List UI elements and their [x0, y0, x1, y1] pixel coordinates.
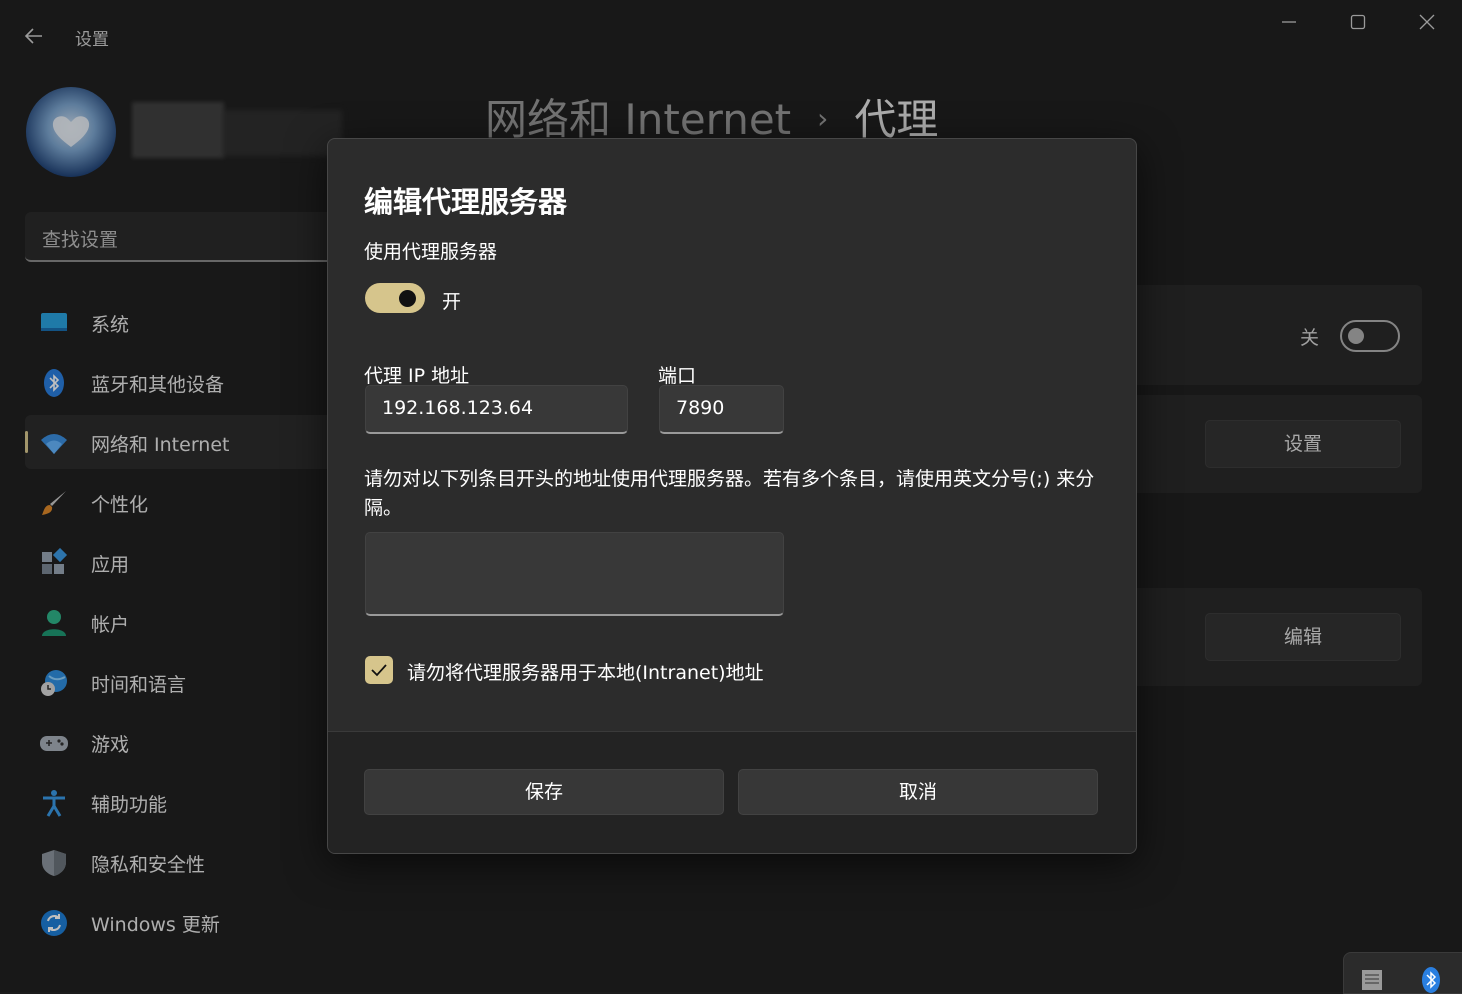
- local-bypass-checkbox[interactable]: [365, 656, 393, 684]
- use-proxy-state: 开: [442, 291, 462, 313]
- local-bypass-label: 请勿将代理服务器用于本地(Intranet)地址: [407, 662, 764, 684]
- ip-value: 192.168.123.64: [382, 397, 534, 419]
- edit-proxy-dialog: 编辑代理服务器 使用代理服务器 开 代理 IP 地址 端口 192.168.12…: [327, 138, 1137, 854]
- port-value: 7890: [676, 397, 725, 419]
- settings-window: 设置 查找设置 系统 蓝牙和其他设备 网络和 Internet 个性化 应用 帐…: [0, 0, 1462, 994]
- port-input[interactable]: 7890: [659, 385, 784, 434]
- dialog-footer: 保存 取消: [328, 731, 1136, 853]
- document-icon[interactable]: [1360, 967, 1384, 991]
- cancel-button[interactable]: 取消: [738, 769, 1098, 815]
- checkmark-icon: [371, 664, 387, 677]
- ip-label: 代理 IP 地址: [364, 365, 470, 387]
- use-proxy-toggle[interactable]: [365, 283, 425, 313]
- bluetooth-icon[interactable]: [1422, 967, 1440, 993]
- exceptions-input[interactable]: [365, 532, 784, 616]
- exceptions-description: 请勿对以下列条目开头的地址使用代理服务器。若有多个条目，请使用英文分号(;) 来…: [364, 468, 1095, 519]
- ip-input[interactable]: 192.168.123.64: [365, 385, 628, 434]
- system-tray: [1343, 952, 1462, 994]
- use-proxy-label: 使用代理服务器: [364, 241, 498, 263]
- dialog-title: 编辑代理服务器: [364, 185, 568, 219]
- save-button[interactable]: 保存: [364, 769, 724, 815]
- port-label: 端口: [658, 365, 697, 387]
- toggle-knob: [399, 290, 416, 307]
